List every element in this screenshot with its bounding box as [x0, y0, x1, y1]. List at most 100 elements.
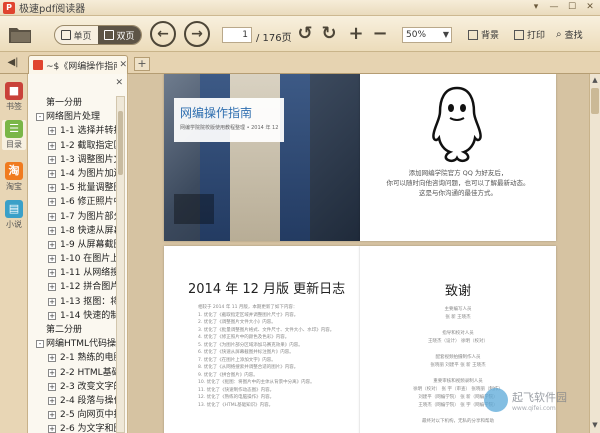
toc-item[interactable]: +1-10 在图片上 — [34, 252, 116, 266]
toolbar: 单页 双页 ← → 1 / 176页 ↺ ↻ + − 50% ▼ 背景 打印 ⌕… — [0, 16, 600, 52]
toc-item[interactable]: +2-3 改变文字的 — [34, 380, 116, 394]
toc-item[interactable]: +1-12 拼合图片 — [34, 280, 116, 294]
toc-item[interactable]: +1-2 截取指定区 — [34, 139, 116, 153]
single-page-button[interactable]: 单页 — [55, 26, 98, 44]
thanks-line — [380, 322, 536, 330]
zoom-select[interactable]: 50% ▼ — [402, 27, 452, 43]
document-tab[interactable]: ~$《网编操作指南》 ✕ — [28, 55, 128, 74]
expand-icon[interactable]: + — [48, 226, 56, 235]
thanks-line: 张 新 王晓杰 — [445, 315, 471, 320]
update-log-line: 4. 优化了《修正照片中的颜色及色彩》内容。 — [198, 335, 290, 340]
toc-item-label: 2-1 熟练的电脑 — [60, 353, 116, 364]
single-page-label: 单页 — [73, 31, 92, 42]
expand-icon[interactable]: + — [48, 297, 56, 306]
collapse-icon[interactable]: - — [36, 340, 44, 349]
expand-icon[interactable]: + — [48, 425, 56, 433]
strip-item-label: 淘宝 — [6, 182, 22, 191]
minimize-button[interactable]: — — [548, 2, 560, 13]
expand-icon[interactable]: + — [48, 240, 56, 249]
toc-scrollbar[interactable] — [116, 96, 125, 433]
expand-icon[interactable]: + — [48, 184, 56, 193]
strip-item-novel[interactable]: ▤ 小说 — [2, 200, 26, 230]
watermark-title: 起飞软件园 — [512, 390, 567, 404]
toc-item[interactable]: +2-1 熟练的电脑 — [34, 351, 116, 365]
expand-icon[interactable]: + — [48, 311, 56, 320]
scroll-down-icon[interactable]: ▼ — [591, 421, 599, 431]
app-title: 极速pdf阅读器 — [19, 4, 86, 15]
pdf-file-icon — [33, 60, 43, 70]
toc-item-label: 1-13 抠图：将 — [60, 296, 116, 307]
open-folder-icon[interactable] — [8, 24, 32, 44]
expand-icon[interactable]: + — [48, 382, 56, 391]
expand-icon[interactable]: + — [48, 396, 56, 405]
print-button[interactable]: 打印 — [514, 28, 545, 41]
toc-item[interactable]: +1-8 快速从屏幕 — [34, 224, 116, 238]
toc-item[interactable]: 第二分册 — [34, 323, 116, 337]
expand-icon[interactable]: + — [48, 411, 56, 420]
strip-item-bookmark[interactable]: ■ 书签 — [2, 82, 26, 112]
toc-item[interactable]: +1-4 为图片加边 — [34, 167, 116, 181]
toc-item[interactable]: 第一分册 — [34, 96, 116, 110]
toc-item[interactable]: +1-5 批量调整图 — [34, 181, 116, 195]
expand-icon[interactable]: + — [48, 169, 56, 178]
expand-icon[interactable]: + — [48, 354, 56, 363]
thanks-line: 主要编写人员 — [444, 307, 472, 312]
background-button[interactable]: 背景 — [468, 28, 499, 41]
toc-item[interactable]: - 网络图片处理 — [34, 110, 116, 124]
toc-item[interactable]: +1-13 抠图：将 — [34, 295, 116, 309]
toc-item-label: 2-4 段落与操作 — [60, 395, 116, 406]
toc-item[interactable]: +1-3 调整图片文 — [34, 153, 116, 167]
expand-icon[interactable]: + — [48, 198, 56, 207]
document-area[interactable]: 网编操作指南 网编学院院校版使用教程整理 • 2014 年 12 月版 添加网编… — [129, 74, 589, 433]
toc-item[interactable]: +1-11 从网络搜 — [34, 266, 116, 280]
document-scrollbar[interactable]: ▲ ▼ — [589, 74, 600, 433]
toc-item[interactable]: +1-6 修正照片中 — [34, 195, 116, 209]
rotate-right-icon[interactable]: ↻ — [320, 24, 338, 44]
print-icon — [514, 29, 524, 40]
toc-item[interactable]: +2-4 段落与操作 — [34, 394, 116, 408]
double-page-button[interactable]: 双页 — [98, 26, 141, 44]
document-scrollbar-thumb[interactable] — [591, 88, 599, 114]
toc-item[interactable]: +1-1 选择并转换 — [34, 124, 116, 138]
strip-item-toc[interactable]: ☰ 目录 — [2, 120, 26, 150]
qq-text-line: 你可以随时向他咨询问题，也可以了解最新动态。 — [386, 179, 530, 187]
expand-icon[interactable]: + — [48, 212, 56, 221]
strip-item-taobao[interactable]: 淘 淘宝 — [2, 162, 26, 192]
toc-item[interactable]: +1-9 从屏幕截图 — [34, 238, 116, 252]
view-mode-toggle: 单页 双页 — [54, 25, 142, 45]
expand-icon[interactable]: + — [48, 368, 56, 377]
bookmark-icon: ■ — [5, 82, 23, 100]
scroll-up-icon[interactable]: ▲ — [591, 76, 599, 86]
add-tab-button[interactable]: + — [134, 57, 150, 71]
collapse-icon[interactable]: - — [36, 113, 44, 122]
page-number-input[interactable]: 1 — [222, 27, 252, 43]
toc-item-label: 1-11 从网络搜 — [60, 268, 116, 279]
menu-dropdown-button[interactable]: ▾ — [530, 2, 542, 13]
expand-icon[interactable]: + — [48, 283, 56, 292]
toc-item[interactable]: +2-6 为文字和图 — [34, 422, 116, 433]
toc-item-label: 1-9 从屏幕截图 — [60, 239, 116, 250]
toc-item-label: 1-7 为图片部分 — [60, 211, 116, 222]
expand-icon[interactable]: + — [48, 269, 56, 278]
search-button[interactable]: ⌕ 查找 — [556, 28, 583, 41]
toc-item[interactable]: +2-2 HTML基础 — [34, 366, 116, 380]
toc-scrollbar-thumb[interactable] — [118, 111, 123, 175]
next-page-button[interactable]: → — [184, 21, 210, 47]
expand-icon[interactable]: + — [48, 155, 56, 164]
expand-icon[interactable]: + — [48, 141, 56, 150]
toc-item[interactable]: +1-7 为图片部分 — [34, 210, 116, 224]
toc-item[interactable]: +1-14 快速的制 — [34, 309, 116, 323]
expand-icon[interactable]: + — [48, 127, 56, 136]
toc-item[interactable]: - 网编HTML代码操 — [34, 337, 116, 351]
close-window-button[interactable]: ✕ — [584, 2, 596, 13]
zoom-out-icon[interactable]: − — [371, 24, 389, 44]
toc-item[interactable]: +2-5 向网页中插 — [34, 408, 116, 422]
collapse-sidebar-button[interactable]: ◀| — [4, 56, 22, 70]
close-tab-icon[interactable]: ✕ — [119, 60, 127, 70]
previous-page-button[interactable]: ← — [150, 21, 176, 47]
maximize-button[interactable]: ☐ — [566, 2, 578, 13]
zoom-in-icon[interactable]: + — [347, 24, 365, 44]
expand-icon[interactable]: + — [48, 255, 56, 264]
close-toc-icon[interactable]: ✕ — [115, 78, 123, 88]
rotate-left-icon[interactable]: ↺ — [296, 24, 314, 44]
